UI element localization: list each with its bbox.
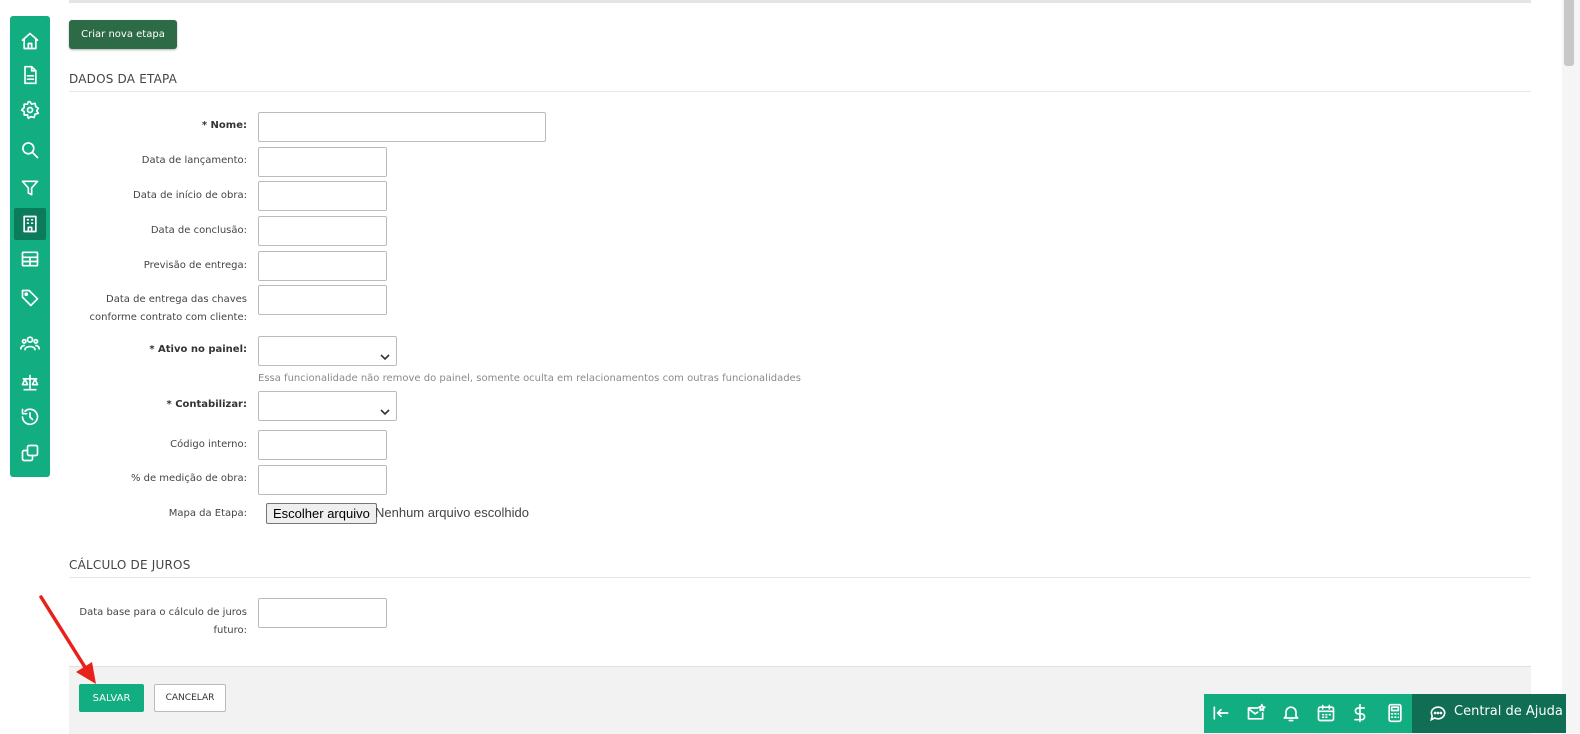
delivery-forecast-label: Previsão de entrega: <box>143 260 247 271</box>
active-panel-select[interactable] <box>258 336 397 366</box>
cancel-button[interactable]: CANCELAR <box>154 684 226 712</box>
internal-code-input[interactable] <box>258 430 387 460</box>
home-icon[interactable] <box>14 25 46 57</box>
calculator-icon[interactable] <box>1384 702 1406 724</box>
chat-icon <box>1428 703 1448 723</box>
help-center-label: Central de Ajuda <box>1454 704 1563 719</box>
scrollbar-thumb[interactable] <box>1564 0 1574 66</box>
active-panel-label: * Ativo no painel: <box>149 344 247 355</box>
keys-delivery-label-line2: conforme contrato com cliente: <box>89 312 247 323</box>
collapse-left-icon[interactable] <box>1210 702 1232 724</box>
section-divider <box>69 577 1531 578</box>
completion-date-label: Data de conclusão: <box>150 225 247 236</box>
accounting-select[interactable] <box>258 391 397 421</box>
name-input[interactable] <box>258 112 546 142</box>
table-icon[interactable] <box>14 243 46 275</box>
users-icon[interactable] <box>14 327 46 359</box>
interest-base-label-line2: futuro: <box>213 625 248 636</box>
search-icon[interactable] <box>14 134 46 166</box>
create-stage-button[interactable]: Criar nova etapa <box>69 20 177 49</box>
file-status: Nenhum arquivo escolhido <box>375 505 529 520</box>
calendar-icon[interactable] <box>1315 702 1337 724</box>
chevron-down-icon <box>380 401 390 416</box>
save-button[interactable]: SALVAR <box>79 684 144 712</box>
sidebar <box>10 16 50 477</box>
chevron-down-icon <box>380 346 390 361</box>
active-panel-help: Essa funcionalidade não remove do painel… <box>258 373 801 384</box>
top-strip <box>69 0 1531 3</box>
tag-icon[interactable] <box>14 282 46 314</box>
construction-start-label: Data de início de obra: <box>133 190 247 201</box>
scrollbar-track[interactable] <box>1562 0 1580 733</box>
annotation-arrow <box>39 595 96 684</box>
interest-base-label-line1: Data base para o cálculo de juros <box>79 607 247 618</box>
interest-base-input[interactable] <box>258 598 387 628</box>
internal-code-label: Código interno: <box>170 439 247 450</box>
work-measurement-input[interactable] <box>258 465 387 495</box>
gear-icon[interactable] <box>14 94 46 126</box>
launch-date-input[interactable] <box>258 147 387 177</box>
section-divider <box>69 91 1531 92</box>
keys-delivery-input[interactable] <box>258 285 387 315</box>
mail-star-icon[interactable] <box>1245 702 1267 724</box>
completion-date-input[interactable] <box>258 216 387 246</box>
dollar-icon[interactable] <box>1349 702 1371 724</box>
delivery-forecast-input[interactable] <box>258 251 387 281</box>
filter-icon[interactable] <box>14 172 46 204</box>
launch-date-label: Data de lançamento: <box>141 155 247 166</box>
history-icon[interactable] <box>14 401 46 433</box>
bell-icon[interactable] <box>1280 702 1302 724</box>
section-title-stage-data: DADOS DA ETAPA <box>69 72 178 86</box>
building-icon[interactable] <box>14 208 46 240</box>
scale-icon[interactable] <box>14 367 46 399</box>
keys-delivery-label-line1: Data de entrega das chaves <box>106 294 247 305</box>
stage-map-label: Mapa da Etapa: <box>168 508 247 519</box>
copy-icon[interactable] <box>14 437 46 469</box>
choose-file-button[interactable]: Escolher arquivo <box>266 503 377 524</box>
bottom-toolbar <box>1204 694 1412 733</box>
name-label: * Nome: <box>201 120 247 131</box>
help-center-button[interactable]: Central de Ajuda <box>1412 694 1566 733</box>
construction-start-input[interactable] <box>258 181 387 211</box>
section-title-interest-calc: CÁLCULO DE JUROS <box>69 558 191 572</box>
accounting-label: * Contabilizar: <box>166 399 247 410</box>
work-measurement-label: % de medição de obra: <box>130 473 247 484</box>
document-icon[interactable] <box>14 59 46 91</box>
